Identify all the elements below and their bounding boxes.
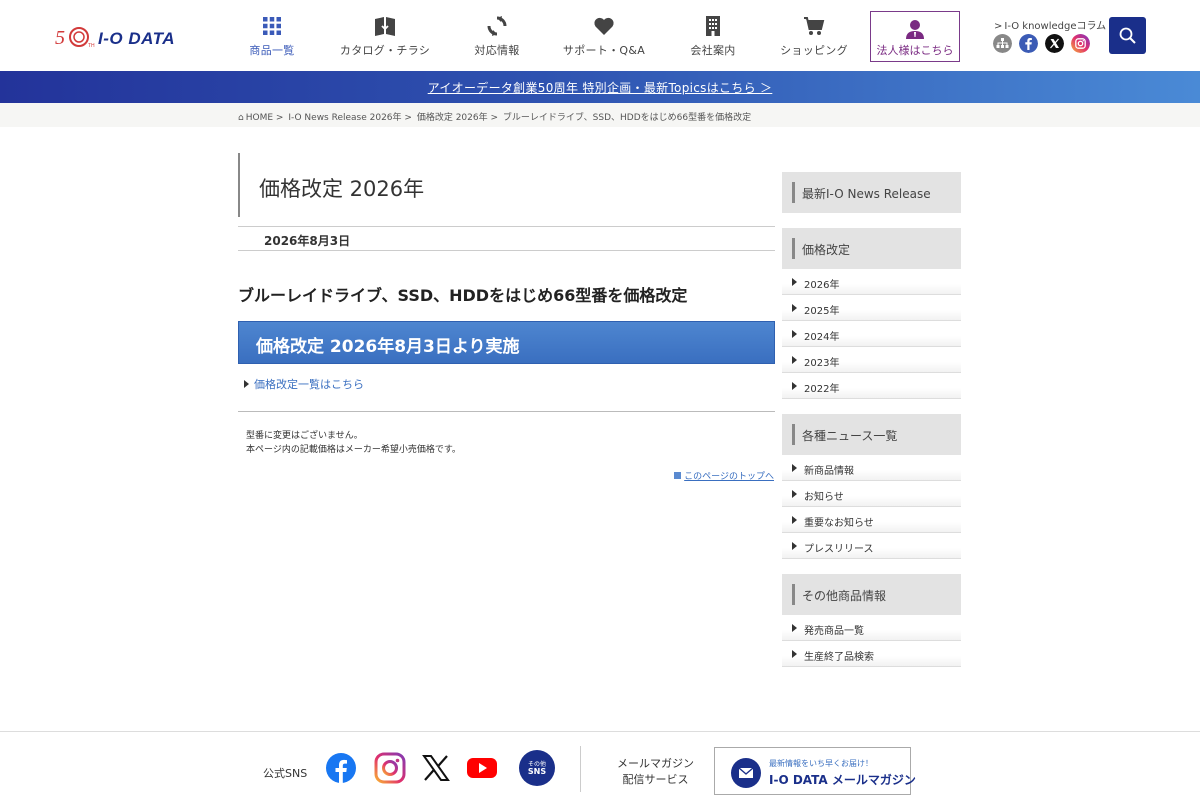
page-title-box: 価格改定 2026年 — [238, 153, 775, 217]
instagram-icon[interactable] — [374, 752, 406, 784]
youtube-icon[interactable] — [466, 752, 498, 784]
nav-shopping[interactable]: ショッピング — [780, 14, 848, 60]
notice-bar: 価格改定 2026年8月3日より実施 — [238, 321, 775, 364]
search-button[interactable] — [1109, 17, 1146, 54]
heart-icon — [594, 17, 614, 35]
main-content: 価格改定 2026年 2026年8月3日 ブルーレイドライブ、SSD、HDDをは… — [238, 153, 775, 482]
building-icon — [706, 16, 720, 36]
home-icon: ⌂ — [238, 113, 244, 123]
notice-text: 価格改定 2026年8月3日より実施 — [256, 337, 520, 357]
sidebar-item-notices[interactable]: お知らせ — [782, 481, 961, 507]
sidebar-item-2022[interactable]: 2022年 — [782, 373, 961, 399]
divider — [238, 411, 775, 412]
mail-magazine-button[interactable]: 最新情報をいち早くお届け！ I-O DATA メールマガジン — [714, 747, 916, 795]
sidebar-item-press-releases[interactable]: プレスリリース — [782, 533, 961, 559]
triangle-right-icon — [792, 542, 797, 550]
sidebar-heading-other-products[interactable]: その他商品情報 — [782, 574, 961, 615]
sitemap-icon[interactable] — [993, 34, 1012, 53]
mail-icon — [731, 758, 761, 788]
instagram-icon[interactable] — [1071, 34, 1090, 53]
breadcrumb-news-release[interactable]: I-O News Release 2026年 — [288, 113, 401, 123]
svg-text:5: 5 — [55, 27, 65, 49]
triangle-right-icon — [792, 516, 797, 524]
50th-anniversary-logo-icon: 5 TH — [55, 27, 95, 49]
chevron-right-icon: > — [994, 21, 1003, 32]
anniversary-banner-link[interactable]: アイオーデータ創業50周年 特別企画・最新Topicsはこちら ＞ — [428, 79, 773, 96]
sidebar-item-2024[interactable]: 2024年 — [782, 321, 961, 347]
triangle-right-icon — [792, 490, 797, 498]
person-icon — [906, 20, 924, 39]
page-title: 価格改定 2026年 — [259, 177, 425, 201]
price-revision-list-link[interactable]: 価格改定一覧はこちら — [244, 376, 364, 392]
body-line: 本ページ内の記載価格はメーカー希望小売価格です。 — [246, 445, 461, 455]
nav-catalog[interactable]: カタログ・チラシ — [338, 14, 432, 60]
breadcrumb: ⌂ HOME > I-O News Release 2026年 > 価格改定 20… — [0, 103, 1200, 127]
facebook-icon[interactable] — [325, 752, 357, 784]
sidebar-item-new-products[interactable]: 新商品情報 — [782, 455, 961, 481]
brand-name: I-O DATA — [98, 29, 176, 48]
nav-company[interactable]: 会社案内 — [686, 14, 740, 60]
sidebar-item-discontinued-search[interactable]: 生産終了品検索 — [782, 641, 961, 667]
site-header: 5 TH I-O DATA 商品一覧 カタログ・チラシ 対応情報 サポート・Q&… — [0, 0, 1200, 71]
facebook-icon[interactable] — [1019, 34, 1038, 53]
grid-icon — [263, 17, 281, 35]
triangle-right-icon — [792, 624, 797, 632]
mail-service-label: メールマガジン 配信サービス — [617, 757, 694, 786]
triangle-right-icon — [792, 304, 797, 312]
sidebar-heading-news-list[interactable]: 各種ニュース一覧 — [782, 414, 961, 455]
knowledge-column-link[interactable]: > I-O knowledgeコラム — [994, 17, 1106, 32]
sns-label: 公式SNS — [263, 767, 308, 780]
cart-icon — [804, 17, 825, 35]
sidebar-item-important-notices[interactable]: 重要なお知らせ — [782, 507, 961, 533]
nav-compatibility[interactable]: 対応情報 — [470, 14, 524, 60]
triangle-right-icon — [792, 356, 797, 364]
nav-support[interactable]: サポート・Q&A — [562, 14, 646, 60]
arrow-up-icon — [674, 472, 682, 479]
article-title: ブルーレイドライブ、SSD、HDDをはじめ66型番を価格改定 — [238, 286, 688, 305]
triangle-right-icon — [792, 464, 797, 472]
triangle-right-icon — [792, 382, 797, 390]
sidebar-item-2023[interactable]: 2023年 — [782, 347, 961, 373]
anniversary-banner: アイオーデータ創業50周年 特別企画・最新Topicsはこちら ＞ — [0, 71, 1200, 103]
triangle-right-icon — [792, 650, 797, 658]
catalog-icon — [375, 17, 395, 36]
nav-products[interactable]: 商品一覧 — [244, 14, 300, 60]
sidebar-heading-latest-news[interactable]: 最新I-O News Release — [782, 172, 961, 213]
business-button[interactable]: 法人様はこちら — [870, 11, 960, 62]
triangle-right-icon — [792, 278, 797, 286]
sidebar-item-released-products[interactable]: 発売商品一覧 — [782, 615, 961, 641]
other-sns-button[interactable]: その他 SNS — [519, 750, 555, 786]
breadcrumb-current: ブルーレイドライブ、SSD、HDDをはじめ66型番を価格改定 — [502, 113, 752, 123]
triangle-right-icon — [244, 380, 249, 388]
site-footer: 公式SNS その他 SNS メールマガジン 配信サービス 最新情報をいち早くお届… — [0, 731, 1200, 801]
refresh-icon — [487, 16, 507, 36]
breadcrumb-home[interactable]: HOME — [246, 113, 273, 123]
breadcrumb-price-revision[interactable]: 価格改定 2026年 — [417, 113, 488, 123]
sidebar-item-2026[interactable]: 2026年 — [782, 269, 961, 295]
body-line: 型番に変更はございません。 — [246, 431, 363, 441]
x-twitter-icon[interactable] — [1045, 34, 1064, 53]
x-twitter-icon[interactable] — [420, 752, 452, 784]
body-text: 型番に変更はございません。 本ページ内の記載価格はメーカー希望小売価格です。 — [246, 429, 461, 457]
date-row: 2026年8月3日 — [238, 226, 775, 251]
sidebar: 最新I-O News Release 価格改定 2026年 2025年 2024… — [782, 172, 961, 667]
svg-text:TH: TH — [88, 43, 95, 49]
sidebar-item-2025[interactable]: 2025年 — [782, 295, 961, 321]
search-icon — [1119, 27, 1136, 44]
footer-divider — [580, 746, 581, 792]
site-logo[interactable]: 5 TH I-O DATA — [54, 20, 206, 50]
publish-date: 2026年8月3日 — [264, 234, 351, 248]
triangle-right-icon — [792, 330, 797, 338]
page-top-link[interactable]: このページのトップへ — [674, 469, 774, 482]
sidebar-heading-price-revision[interactable]: 価格改定 — [782, 228, 961, 269]
